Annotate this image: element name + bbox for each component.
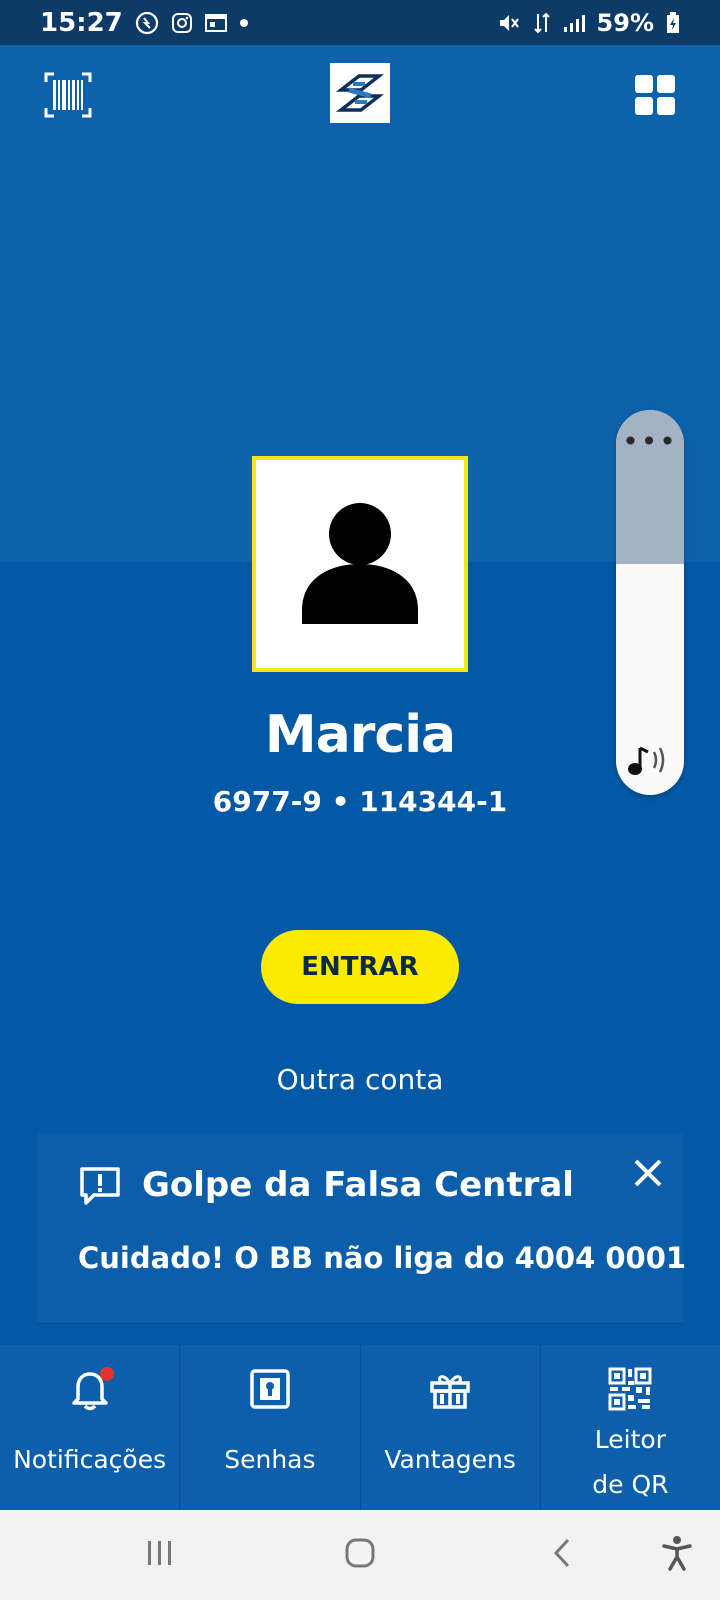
- apps-grid-icon: [634, 74, 676, 120]
- instagram-icon: [171, 12, 193, 34]
- battery-percent: 59%: [596, 8, 654, 37]
- nav-label: Senhas: [224, 1445, 316, 1474]
- app-screen: Marcia 6977-9 • 114344-1 ENTRAR Outra co…: [0, 45, 720, 1510]
- status-time: 15:27: [40, 7, 123, 38]
- account-number: 6977-9 • 114344-1: [212, 785, 508, 818]
- recents-button[interactable]: [135, 1530, 185, 1580]
- mute-icon: [497, 11, 521, 35]
- nav-qr-reader[interactable]: Leitor de QR code: [541, 1345, 720, 1544]
- accessibility-button[interactable]: [652, 1530, 702, 1580]
- home-button[interactable]: [335, 1530, 385, 1580]
- other-account-link[interactable]: Outra conta: [0, 1063, 720, 1096]
- user-name: Marcia: [264, 705, 456, 765]
- fraud-alert-card: Golpe da Falsa Central Cuidado! O BB não…: [38, 1133, 687, 1323]
- alert-title: Golpe da Falsa Central: [142, 1165, 574, 1205]
- keyhole-icon: [248, 1367, 292, 1411]
- qr-code-icon: [608, 1367, 652, 1411]
- bottom-nav: Notificações Senhas Vantagens Leitor de …: [0, 1345, 720, 1544]
- barcode-scanner-icon: [44, 72, 92, 122]
- user-avatar: [252, 456, 468, 672]
- data-arrows-icon: [533, 12, 551, 34]
- notification-badge: [99, 1367, 114, 1381]
- banco-do-brasil-logo: [330, 63, 390, 123]
- alert-message: Cuidado! O BB não liga do 4004 0001: [78, 1241, 687, 1275]
- back-button[interactable]: [537, 1530, 587, 1580]
- nav-benefits[interactable]: Vantagens: [361, 1345, 541, 1510]
- system-nav-bar: [0, 1510, 720, 1600]
- more-dots-icon[interactable]: •••: [616, 428, 684, 456]
- home-icon: [344, 1537, 376, 1573]
- gift-icon: [428, 1367, 472, 1411]
- alert-close-button[interactable]: [626, 1153, 670, 1197]
- message-alert-icon: [78, 1165, 122, 1209]
- back-icon: [550, 1537, 574, 1573]
- calendar-icon: [204, 13, 227, 33]
- volume-panel[interactable]: •••: [616, 410, 684, 795]
- nav-passwords[interactable]: Senhas: [180, 1345, 361, 1510]
- enter-button[interactable]: ENTRAR: [261, 930, 459, 1004]
- recents-icon: [145, 1538, 175, 1572]
- barcode-scanner-button[interactable]: [38, 67, 98, 127]
- signal-icon: [563, 13, 585, 33]
- nav-label: Notificações: [13, 1445, 167, 1474]
- whatsapp-icon: [135, 11, 159, 35]
- user-silhouette-icon: [300, 500, 420, 628]
- accessibility-icon: [661, 1535, 693, 1575]
- apps-grid-button[interactable]: [625, 67, 685, 127]
- nav-label: Vantagens: [384, 1445, 516, 1474]
- status-bar: 15:27 59%: [0, 0, 720, 45]
- close-icon: [633, 1158, 663, 1192]
- media-volume-icon[interactable]: [626, 740, 674, 780]
- dot-icon: [239, 18, 249, 28]
- nav-notifications[interactable]: Notificações: [0, 1345, 181, 1510]
- battery-charging-icon: [666, 11, 680, 34]
